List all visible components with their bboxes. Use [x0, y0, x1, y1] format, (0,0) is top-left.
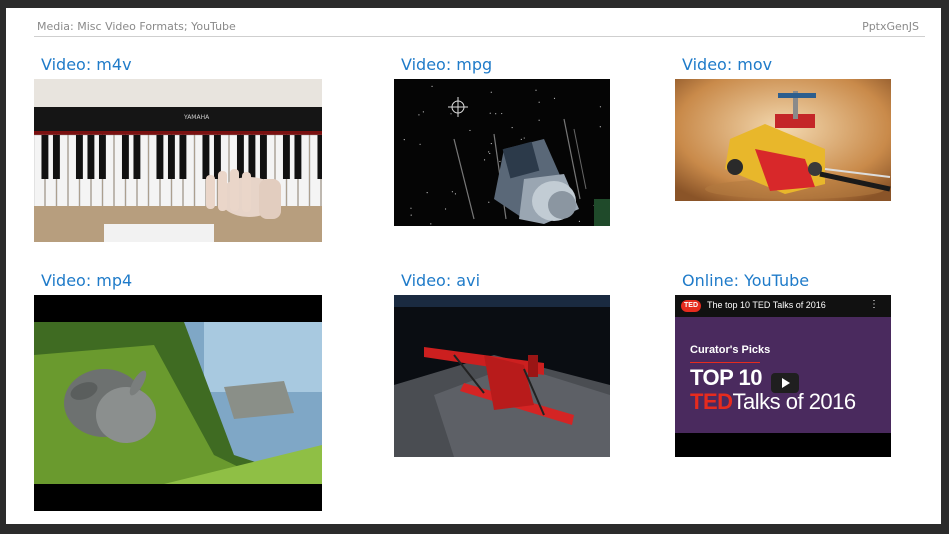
- piano-black-key: [87, 135, 95, 179]
- top10-text: TOP 10: [690, 365, 763, 390]
- star: [418, 114, 420, 116]
- star: [450, 113, 452, 115]
- piano-black-key: [98, 135, 106, 179]
- video-thumbnail-bunny: [34, 295, 322, 511]
- youtube-thumbnail: Curator's Picks TOP 10 TEDTalks of 2016: [675, 317, 891, 433]
- video-player-avi[interactable]: [394, 295, 610, 457]
- piano-black-key: [179, 135, 187, 179]
- piano-black-key: [282, 135, 290, 179]
- star: [495, 113, 497, 115]
- piano-black-key: [317, 135, 322, 179]
- piano-black-key: [121, 135, 129, 179]
- star: [535, 89, 537, 91]
- ted-word: TED: [690, 389, 733, 414]
- piano-black-key: [248, 135, 256, 179]
- star: [511, 126, 513, 129]
- video-label-mp4: Video: mp4: [41, 271, 133, 290]
- youtube-title-bar: TED The top 10 TED Talks of 2016 ⋮: [675, 295, 891, 317]
- slide: Media: Misc Video Formats; YouTube PptxG…: [6, 8, 941, 524]
- star: [538, 101, 540, 103]
- star: [490, 91, 492, 93]
- curators-picks-text: Curator's Picks: [690, 344, 771, 356]
- star: [410, 214, 412, 216]
- star: [489, 152, 491, 155]
- piano-black-key: [52, 135, 60, 179]
- star: [501, 112, 503, 115]
- video-label-mov: Video: mov: [682, 55, 773, 74]
- video-label-youtube: Online: YouTube: [682, 271, 810, 290]
- header-title: Media: Misc Video Formats; YouTube: [37, 20, 236, 33]
- star: [422, 111, 424, 113]
- star: [490, 142, 492, 145]
- piano-brand-text: YAMAHA: [183, 114, 210, 121]
- youtube-video-title[interactable]: The top 10 TED Talks of 2016: [707, 300, 826, 310]
- piano-black-key: [202, 135, 210, 179]
- piano-black-key: [156, 135, 164, 179]
- video-player-mp4[interactable]: [34, 295, 322, 511]
- video-thumbnail-biplane: [394, 295, 610, 457]
- video-player-mov[interactable]: [675, 79, 891, 201]
- star: [489, 112, 491, 114]
- piano-black-key: [75, 135, 83, 179]
- star: [410, 207, 412, 209]
- star: [578, 220, 581, 222]
- star: [419, 143, 421, 145]
- piano-black-key: [294, 135, 302, 179]
- video-player-m4v[interactable]: YAMAHA: [34, 79, 322, 242]
- star: [538, 119, 540, 121]
- star: [469, 129, 471, 132]
- piano-black-key: [167, 135, 175, 179]
- ted-channel-logo[interactable]: TED: [681, 300, 701, 312]
- star: [488, 201, 490, 203]
- star: [483, 159, 486, 161]
- more-options-icon[interactable]: ⋮: [869, 299, 879, 310]
- video-thumbnail-space: [394, 79, 610, 226]
- video-label-m4v: Video: m4v: [41, 55, 132, 74]
- star: [431, 85, 433, 87]
- video-player-mpg[interactable]: [394, 79, 610, 226]
- star: [488, 151, 490, 153]
- star: [403, 139, 405, 141]
- play-button[interactable]: [771, 373, 799, 393]
- star: [523, 137, 525, 139]
- video-thumbnail-piano: YAMAHA: [34, 79, 322, 242]
- piano-black-key: [133, 135, 141, 179]
- star: [426, 192, 428, 194]
- header-divider: [34, 36, 925, 37]
- star: [451, 191, 453, 193]
- header-brand: PptxGenJS: [862, 20, 919, 33]
- star: [499, 160, 501, 163]
- piano-black-key: [259, 135, 267, 179]
- video-label-mpg: Video: mpg: [401, 55, 493, 74]
- piano-black-key: [41, 135, 49, 179]
- star: [520, 138, 522, 140]
- youtube-player[interactable]: TED The top 10 TED Talks of 2016 ⋮ Curat…: [675, 295, 891, 457]
- video-label-avi: Video: avi: [401, 271, 481, 290]
- play-icon: [782, 378, 790, 388]
- ted-talks-text: TEDTalks of 2016: [690, 389, 856, 415]
- star: [430, 223, 432, 225]
- star: [599, 106, 602, 108]
- star: [599, 126, 601, 128]
- subtitle-underline: [690, 362, 760, 363]
- star: [444, 208, 447, 210]
- star: [454, 193, 457, 195]
- star: [553, 97, 556, 99]
- video-thumbnail-lego: [675, 79, 891, 201]
